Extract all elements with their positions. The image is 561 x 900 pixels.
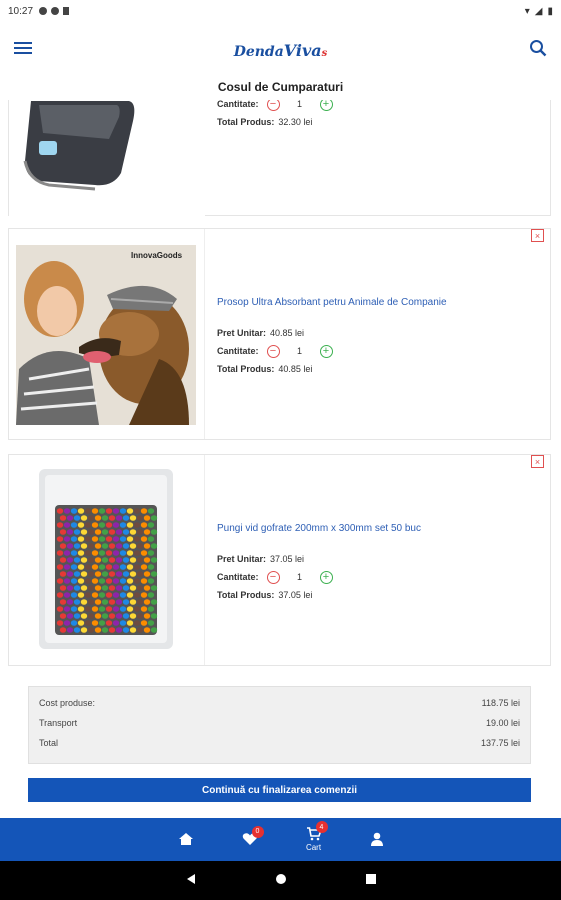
summary-transport-value: 19.00 lei: [485, 718, 520, 728]
status-bar: 10:27 ▾ ◢ ▮: [0, 0, 561, 22]
signal-icon: ◢: [534, 5, 543, 17]
back-icon[interactable]: [185, 872, 197, 890]
nav-home[interactable]: [178, 832, 194, 848]
favorites-badge: 0: [251, 825, 264, 838]
status-time: 10:27: [8, 5, 34, 17]
home-circle-icon[interactable]: [275, 872, 287, 890]
qty-decrease-button[interactable]: −: [266, 344, 280, 358]
product-name[interactable]: Pungi vid gofrate 200mm x 300mm set 50 b…: [217, 523, 421, 534]
notification-icon: [51, 7, 60, 15]
cart-label: Cart: [305, 843, 322, 852]
item-total: 40.85 lei: [278, 364, 313, 374]
qty-value[interactable]: 1: [280, 100, 320, 109]
summary-products-label: Cost produse:: [39, 698, 96, 708]
menu-icon[interactable]: [14, 41, 32, 60]
price-label: Pret Unitar:: [217, 554, 267, 564]
summary-products-value: 118.75 lei: [481, 698, 520, 708]
sim-icon: [63, 7, 70, 15]
user-icon: [370, 832, 384, 848]
cart-item: × Pungi vid gofrate 200mm x 300mm set 50…: [8, 454, 551, 666]
price-label: Pret Unitar:: [217, 328, 267, 338]
remove-item-button[interactable]: ×: [531, 229, 544, 242]
status-system-icons: ▾ ◢ ▮: [525, 6, 553, 17]
recents-icon[interactable]: [365, 872, 377, 890]
product-image[interactable]: InnovaGoods: [9, 229, 205, 439]
product-image[interactable]: [9, 100, 205, 217]
qty-label: Cantitate:: [217, 346, 259, 356]
qty-increase-button[interactable]: +: [319, 100, 333, 111]
qty-value[interactable]: 1: [280, 346, 320, 356]
unit-price: 40.85 lei: [270, 328, 305, 338]
total-label: Total Produs:: [217, 590, 275, 600]
bottom-nav: 0 Cart 4: [0, 818, 561, 861]
app-bar: DendaVivas: [0, 22, 561, 78]
summary-total-value: 137.75 lei: [480, 738, 520, 748]
cart-list[interactable]: Pret Unitar: Cantitate: − 1 + Total Prod…: [0, 100, 561, 818]
nav-account[interactable]: [370, 832, 384, 848]
search-icon[interactable]: [529, 39, 547, 62]
page-title: Cosul de Cumparaturi: [217, 80, 344, 94]
product-image-brand: InnovaGoods: [131, 251, 183, 260]
remove-item-button[interactable]: ×: [531, 455, 544, 468]
nav-favorites[interactable]: 0: [242, 825, 264, 848]
order-summary: Cost produse: 118.75 lei Transport 19.00…: [28, 686, 531, 764]
qty-increase-button[interactable]: +: [319, 570, 333, 584]
wifi-icon: ▾: [524, 5, 530, 17]
qty-decrease-button[interactable]: −: [266, 570, 280, 584]
qty-label: Cantitate:: [217, 572, 259, 582]
total-label: Total Produs:: [217, 117, 275, 127]
item-total: 37.05 lei: [278, 590, 313, 600]
product-name[interactable]: Prosop Ultra Absorbant petru Animale de …: [217, 297, 447, 308]
qty-increase-button[interactable]: +: [319, 344, 333, 358]
status-notification-icons: [39, 7, 70, 15]
system-nav-bar: [0, 861, 561, 900]
cart-item: InnovaGoods × Prosop Ultra Absorbant pet…: [8, 228, 551, 440]
summary-transport-label: Transport: [39, 718, 78, 728]
cart-badge: 4: [315, 821, 328, 833]
brand-logo[interactable]: DendaVivas: [234, 41, 328, 60]
checkout-button[interactable]: Continuă cu finalizarea comenzii: [28, 778, 531, 802]
notification-icon: [39, 7, 48, 15]
qty-label: Cantitate:: [217, 100, 259, 109]
battery-icon: ▮: [547, 5, 553, 17]
item-total: 32.30 lei: [278, 117, 313, 127]
nav-cart[interactable]: Cart 4: [305, 821, 328, 852]
cart-item: Pret Unitar: Cantitate: − 1 + Total Prod…: [8, 100, 551, 217]
qty-value[interactable]: 1: [280, 572, 320, 582]
unit-price: 37.05 lei: [270, 554, 305, 564]
qty-decrease-button[interactable]: −: [266, 100, 280, 111]
total-label: Total Produs:: [217, 364, 275, 374]
summary-total-label: Total: [39, 738, 59, 748]
home-icon: [178, 832, 194, 848]
product-image[interactable]: [9, 455, 205, 665]
